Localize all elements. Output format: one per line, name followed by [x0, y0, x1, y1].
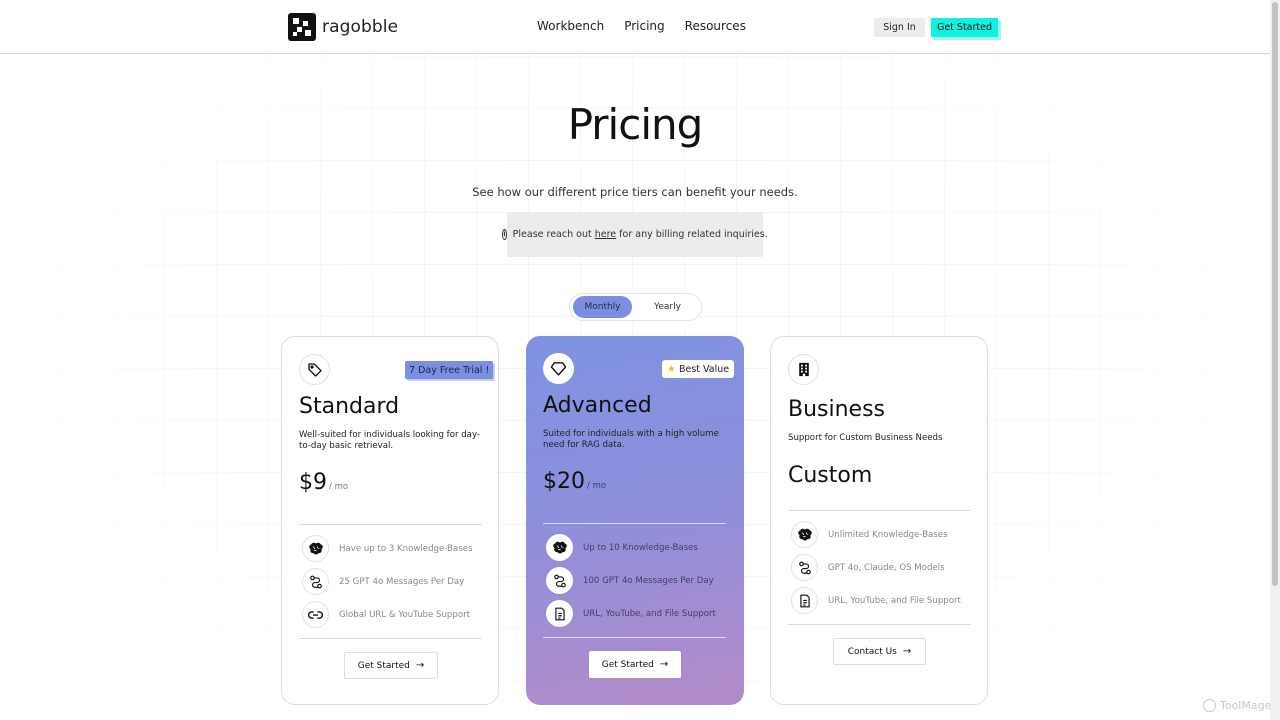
feature-text: Global URL & YouTube Support — [339, 609, 471, 620]
main-nav: Workbench Pricing Resources — [537, 19, 766, 33]
plan-price: Custom — [788, 463, 872, 488]
tag-icon — [299, 354, 330, 385]
cta-label: Get Started — [601, 659, 654, 670]
get-started-standard-button[interactable]: Get Started → — [344, 652, 438, 679]
divider — [788, 510, 971, 511]
plan-name: Standard — [299, 394, 400, 419]
arrow-right-icon: → — [902, 646, 912, 657]
feature-text: Up to 10 Knowledge-Bases — [583, 542, 698, 553]
price-value: $20 — [543, 469, 585, 494]
nav-resources[interactable]: Resources — [685, 19, 746, 33]
feature-item: Global URL & YouTube Support — [302, 601, 470, 628]
star-icon: ★ — [667, 363, 676, 375]
page-title: Pricing — [567, 100, 704, 149]
plan-price: $9/ mo — [299, 470, 348, 495]
price-period: / mo — [329, 482, 349, 492]
arrow-right-icon: → — [415, 660, 425, 671]
plan-description: Well-suited for individuals looking for … — [299, 430, 480, 451]
plan-card-business: Business Support for Custom Business Nee… — [770, 336, 988, 705]
feature-text: GPT 4o, Claude, OS Models — [828, 562, 945, 573]
divider — [299, 638, 482, 639]
plan-name: Business — [788, 397, 886, 422]
price-value: Custom — [788, 463, 873, 488]
plan-price: $20/ mo — [543, 469, 606, 494]
feature-item: URL, YouTube, and File Support — [791, 587, 961, 614]
route-icon — [546, 567, 573, 594]
feature-text: Unlimited Knowledge-Bases — [828, 529, 948, 540]
plan-description: Suited for individuals with a high volum… — [543, 429, 719, 450]
toggle-monthly[interactable]: Monthly — [573, 296, 632, 318]
feature-item: GPT 4o, Claude, OS Models — [791, 554, 945, 581]
billing-period-toggle: Monthly Yearly — [569, 293, 702, 321]
cta-label: Get Started — [357, 660, 410, 671]
get-started-advanced-button[interactable]: Get Started → — [589, 651, 681, 678]
nav-workbench[interactable]: Workbench — [537, 19, 604, 33]
notice-suffix: for any billing related inquiries. — [616, 229, 768, 240]
brain-icon — [791, 521, 818, 548]
route-icon — [791, 554, 818, 581]
feature-item: 100 GPT 4o Messages Per Day — [546, 567, 714, 594]
info-icon: i — [502, 229, 507, 240]
brand-name: ragobble — [322, 17, 399, 37]
feature-item: Unlimited Knowledge-Bases — [791, 521, 948, 548]
watermark: ToolMage — [1203, 699, 1271, 712]
price-period: / mo — [587, 481, 607, 491]
feature-item: Up to 10 Knowledge-Bases — [546, 534, 698, 561]
arrow-right-icon: → — [659, 659, 669, 670]
brand-logo[interactable]: ragobble — [288, 13, 398, 41]
page-subtitle: See how our different price tiers can be… — [472, 185, 798, 199]
billing-contact-link[interactable]: here — [595, 229, 616, 240]
cta-label: Contact Us — [847, 646, 897, 657]
best-value-badge: ★ Best Value — [662, 360, 735, 378]
scrollbar-thumb[interactable] — [1272, 2, 1278, 586]
brain-icon — [302, 535, 329, 562]
feature-text: Have up to 3 Knowledge-Bases — [339, 543, 473, 554]
billing-notice: i Please reach out here for any billing … — [502, 212, 768, 257]
notice-prefix: Please reach out — [512, 229, 595, 240]
nav-pricing[interactable]: Pricing — [624, 19, 664, 33]
plan-card-advanced: ★ Best Value Advanced Suited for individu… — [526, 336, 744, 705]
sign-in-button[interactable]: Sign In — [874, 18, 925, 37]
watermark-text: ToolMage — [1220, 699, 1272, 712]
feature-item: Have up to 3 Knowledge-Bases — [302, 535, 472, 562]
plan-name: Advanced — [543, 393, 652, 418]
feature-text: URL, YouTube, and File Support — [828, 595, 961, 606]
link-icon — [302, 601, 329, 628]
toggle-yearly[interactable]: Yearly — [640, 296, 695, 318]
feature-text: URL, YouTube, and File Support — [583, 608, 716, 619]
feature-text: 25 GPT 4o Messages Per Day — [339, 576, 465, 587]
free-trial-badge: 7 Day Free Trial ! — [405, 361, 494, 379]
feature-item: URL, YouTube, and File Support — [546, 600, 716, 627]
watermark-icon — [1203, 699, 1216, 712]
plan-card-standard: 7 Day Free Trial ! Standard Well-suited … — [281, 336, 499, 705]
document-icon — [546, 600, 573, 627]
divider — [788, 624, 971, 625]
contact-us-button[interactable]: Contact Us → — [833, 638, 926, 665]
diamond-icon — [543, 353, 574, 384]
route-icon — [302, 568, 329, 595]
divider — [299, 524, 482, 525]
price-value: $9 — [299, 470, 327, 495]
building-icon — [788, 354, 819, 385]
logo-icon — [288, 13, 316, 41]
badge-label: Best Value — [678, 363, 730, 375]
divider — [543, 523, 726, 524]
brain-icon — [546, 534, 573, 561]
get-started-header-button[interactable]: Get Started — [931, 18, 998, 37]
feature-item: 25 GPT 4o Messages Per Day — [302, 568, 464, 595]
plan-description: Support for Custom Business Needs — [788, 433, 943, 443]
feature-text: 100 GPT 4o Messages Per Day — [583, 575, 714, 586]
divider — [543, 637, 726, 638]
top-navbar: ragobble Workbench Pricing Resources Sig… — [0, 0, 1270, 54]
document-icon — [791, 587, 818, 614]
